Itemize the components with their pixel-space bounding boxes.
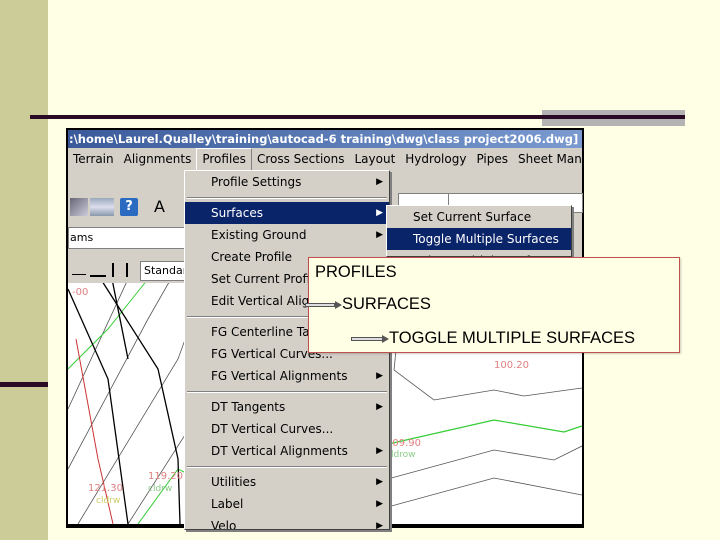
arrow-head-icon (335, 301, 342, 309)
menu-layout[interactable]: Layout (349, 148, 400, 171)
slide-left-accent (0, 382, 48, 387)
dimension-toolbar: Standard (68, 259, 188, 283)
submenu-arrow-icon: ▶ (376, 177, 383, 187)
menu-sheet-manager[interactable]: Sheet Manager (513, 148, 584, 171)
linear-dimension-icon[interactable] (112, 263, 128, 277)
submenu-arrow-icon: ▶ (376, 477, 383, 487)
menu-item-utilities[interactable]: Utilities ▶ (185, 471, 389, 493)
drawing-label: 109.90 (386, 438, 421, 449)
menu-cross-sections[interactable]: Cross Sections (252, 148, 350, 171)
drawing-label: 119.20 (148, 471, 183, 482)
menu-item-toggle-multiple-surfaces[interactable]: Toggle Multiple Surfaces (387, 228, 571, 250)
menubar: Terrain Alignments Profiles Cross Sections L… (68, 148, 584, 171)
menu-item-existing-ground[interactable]: Existing Ground ▶ (185, 224, 389, 246)
slide-top-rule (30, 115, 685, 119)
drawing-label: -00 (72, 287, 88, 298)
layer-field[interactable]: ams (68, 227, 188, 249)
drawing-label: cldrw (148, 484, 172, 494)
tool-icon[interactable] (70, 198, 88, 216)
submenu-arrow-icon: ▶ (376, 446, 383, 456)
menu-separator (185, 193, 389, 202)
window-title: :\home\Laurel.Qualley\training\autocad-6… (68, 130, 582, 148)
help-icon[interactable]: ? (120, 198, 138, 216)
menu-item-fg-vertical-alignments[interactable]: FG Vertical Alignments ▶ (185, 365, 389, 387)
pipe-icon[interactable] (90, 198, 114, 216)
submenu-arrow-icon: ▶ (376, 499, 383, 509)
dimension-icon[interactable] (72, 265, 86, 275)
submenu-arrow-icon: ▶ (376, 208, 383, 218)
text-style-icon[interactable]: A (154, 198, 172, 216)
submenu-arrow-icon: ▶ (376, 230, 383, 240)
callout-line-toggle: TOGGLE MULTIPLE SURFACES (389, 329, 636, 347)
drawing-label: cldrow (386, 450, 416, 460)
drawing-label: cldrw (96, 496, 120, 506)
dim-style-select[interactable]: Standard (140, 261, 188, 281)
arrow-head-icon (382, 335, 389, 343)
callout-line-profiles: PROFILES (315, 263, 397, 281)
instruction-callout: PROFILES SURFACES TOGGLE MULTIPLE SURFAC… (305, 257, 680, 353)
submenu-arrow-icon: ▶ (376, 521, 383, 530)
callout-line-surfaces: SURFACES (342, 295, 431, 313)
menu-hydrology[interactable]: Hydrology (400, 148, 471, 171)
menu-item-dt-vertical-curves[interactable]: DT Vertical Curves... (185, 418, 389, 440)
submenu-arrow-icon: ▶ (376, 402, 383, 412)
slide-left-bar (0, 0, 48, 540)
menu-separator (185, 462, 389, 471)
menu-item-set-current-surface[interactable]: Set Current Surface (387, 206, 571, 228)
menu-separator (185, 387, 389, 396)
menu-item-dt-tangents[interactable]: DT Tangents ▶ (185, 396, 389, 418)
menu-item-label[interactable]: Label ▶ (185, 493, 389, 515)
arrow-icon (305, 303, 335, 307)
drawing-label: 121.30 (88, 483, 123, 494)
menu-item-velo[interactable]: Velo ▶ (185, 515, 389, 530)
submenu-arrow-icon: ▶ (376, 371, 383, 381)
drawing-canvas-right[interactable]: 109.90 cldrow 100.20 (383, 349, 583, 524)
menu-item-select-multiple-surfaces[interactable]: Select Multiple Surfaces (387, 250, 571, 256)
pencil-dimension-icon[interactable] (90, 263, 106, 277)
menu-profiles[interactable]: Profiles (196, 148, 252, 171)
arrow-icon (351, 337, 383, 341)
surfaces-submenu: Set Current Surface Toggle Multiple Surf… (386, 205, 572, 257)
menu-item-dt-vertical-alignments[interactable]: DT Vertical Alignments ▶ (185, 440, 389, 462)
menu-pipes[interactable]: Pipes (471, 148, 513, 171)
menu-alignments[interactable]: Alignments (119, 148, 197, 171)
menu-item-profile-settings[interactable]: Profile Settings ▶ (185, 171, 389, 193)
standard-toolbar: ? A (68, 193, 188, 221)
menu-item-surfaces[interactable]: Surfaces ▶ (185, 202, 389, 224)
drawing-label: 100.20 (494, 360, 529, 371)
menu-terrain[interactable]: Terrain (68, 148, 119, 171)
